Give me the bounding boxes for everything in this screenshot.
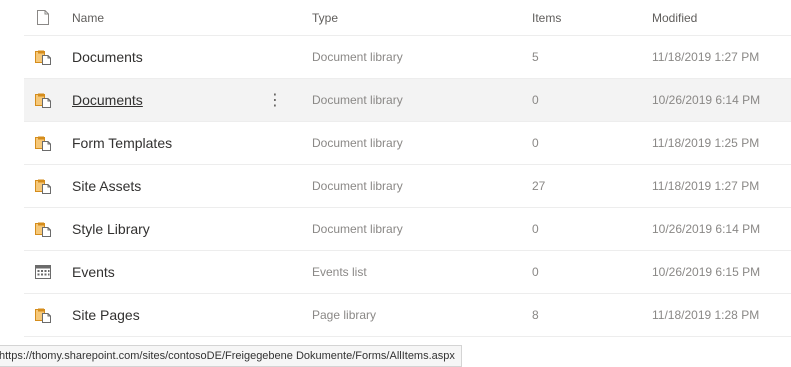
- list-header: Name Type Items Modified: [24, 0, 791, 36]
- file-type-header-icon[interactable]: [34, 0, 52, 35]
- list-item[interactable]: Documents Document library 5 11/18/2019 …: [24, 36, 791, 79]
- item-modified: 11/18/2019 1:25 PM: [652, 136, 760, 150]
- item-modified: 11/18/2019 1:27 PM: [652, 179, 760, 193]
- document-library-icon: [34, 122, 52, 164]
- status-url: https://thomy.sharepoint.com/sites/conto…: [0, 350, 455, 362]
- item-type: Document library: [312, 136, 403, 150]
- item-modified: 10/26/2019 6:14 PM: [652, 222, 761, 236]
- item-name-link[interactable]: Site Pages: [72, 294, 140, 336]
- document-library-icon: [34, 208, 52, 250]
- item-name-link[interactable]: Style Library: [72, 208, 150, 250]
- item-type: Document library: [312, 50, 403, 64]
- item-type: Document library: [312, 222, 403, 236]
- item-count: 0: [532, 93, 539, 107]
- item-count: 0: [532, 222, 539, 236]
- item-type: Events list: [312, 265, 367, 279]
- item-type: Page library: [312, 308, 377, 322]
- item-count: 0: [532, 136, 539, 150]
- document-library-icon: [34, 36, 52, 78]
- item-count: 8: [532, 308, 539, 322]
- events-calendar-icon: [34, 251, 52, 293]
- modified-column-header[interactable]: Modified: [652, 0, 697, 35]
- list-item-hovered[interactable]: Documents ⋮ Document library 0 10/26/201…: [24, 79, 791, 122]
- list-item[interactable]: Site Assets Document library 27 11/18/20…: [24, 165, 791, 208]
- item-count: 5: [532, 50, 539, 64]
- document-library-icon: [34, 79, 52, 121]
- list-item[interactable]: Site Pages Page library 8 11/18/2019 1:2…: [24, 294, 791, 337]
- item-name-link[interactable]: Form Templates: [72, 122, 172, 164]
- item-name-link[interactable]: Documents: [72, 36, 143, 78]
- name-column-header[interactable]: Name: [72, 0, 104, 35]
- item-modified: 10/26/2019 6:14 PM: [652, 93, 761, 107]
- library-list: Name Type Items Modified Documents Docum…: [24, 0, 791, 337]
- item-modified: 10/26/2019 6:15 PM: [652, 265, 761, 279]
- list-item[interactable]: Form Templates Document library 0 11/18/…: [24, 122, 791, 165]
- type-column-header[interactable]: Type: [312, 0, 338, 35]
- document-library-icon: [34, 294, 52, 336]
- item-name-link[interactable]: Site Assets: [72, 165, 141, 207]
- item-name-link[interactable]: Documents: [72, 79, 143, 121]
- list-item[interactable]: Style Library Document library 0 10/26/2…: [24, 208, 791, 251]
- more-options-icon[interactable]: ⋮: [267, 79, 283, 121]
- item-type: Document library: [312, 93, 403, 107]
- item-type: Document library: [312, 179, 403, 193]
- item-modified: 11/18/2019 1:28 PM: [652, 308, 760, 322]
- item-count: 0: [532, 265, 539, 279]
- item-name-link[interactable]: Events: [72, 251, 115, 293]
- items-column-header[interactable]: Items: [532, 0, 561, 35]
- document-library-icon: [34, 165, 52, 207]
- browser-status-bar: https://thomy.sharepoint.com/sites/conto…: [0, 345, 462, 367]
- list-item[interactable]: Events Events list 0 10/26/2019 6:15 PM: [24, 251, 791, 294]
- item-count: 27: [532, 179, 546, 193]
- item-modified: 11/18/2019 1:27 PM: [652, 50, 760, 64]
